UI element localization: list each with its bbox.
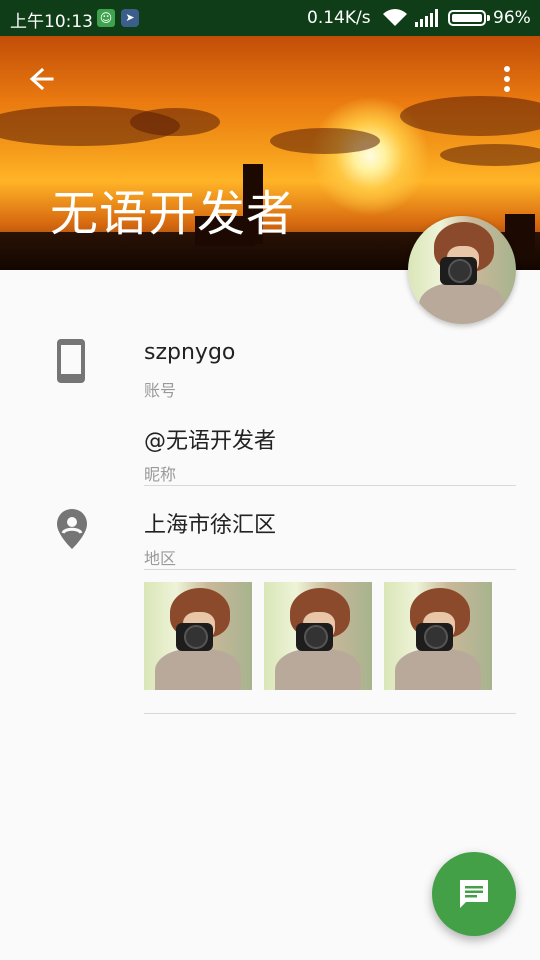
battery-tip [487,15,490,21]
avatar[interactable] [408,216,516,324]
nickname-value: @无语开发者 [144,429,277,454]
chat-icon [460,880,488,908]
status-bar: 上午10:13 ☺ ➤ 0.14K/s 96% [0,0,540,36]
network-speed: 0.14K/s [307,8,371,28]
region-label: 地区 [144,549,177,568]
battery-icon [448,10,486,26]
phone-icon [57,339,85,383]
wifi-icon [383,9,407,26]
battery-percent: 96% [493,8,531,28]
more-options-button[interactable] [492,62,522,98]
signal-icon [415,9,438,27]
photo-thumbnail[interactable] [264,582,372,690]
location-pin-icon [57,509,87,549]
photo-thumbnail[interactable] [144,582,252,690]
notification-telegram-icon: ➤ [121,9,139,27]
region-value: 上海市徐汇区 [144,513,277,538]
cloud [270,128,380,154]
arrow-back-icon [29,67,54,91]
divider [144,569,516,570]
divider [144,713,516,714]
nickname-label: 昵称 [144,465,177,484]
account-value: szpnygo [144,340,236,365]
cloud [440,144,540,166]
more-vert-icon [504,66,510,92]
profile-name-title: 无语开发者 [50,186,296,242]
account-label: 账号 [144,381,177,400]
back-button[interactable] [22,62,62,98]
send-message-button[interactable] [432,852,516,936]
cloud [130,108,220,136]
notification-app-icon: ☺ [97,9,115,27]
divider [144,485,516,486]
status-time: 上午10:13 [10,12,93,32]
photo-thumbnail[interactable] [384,582,492,690]
